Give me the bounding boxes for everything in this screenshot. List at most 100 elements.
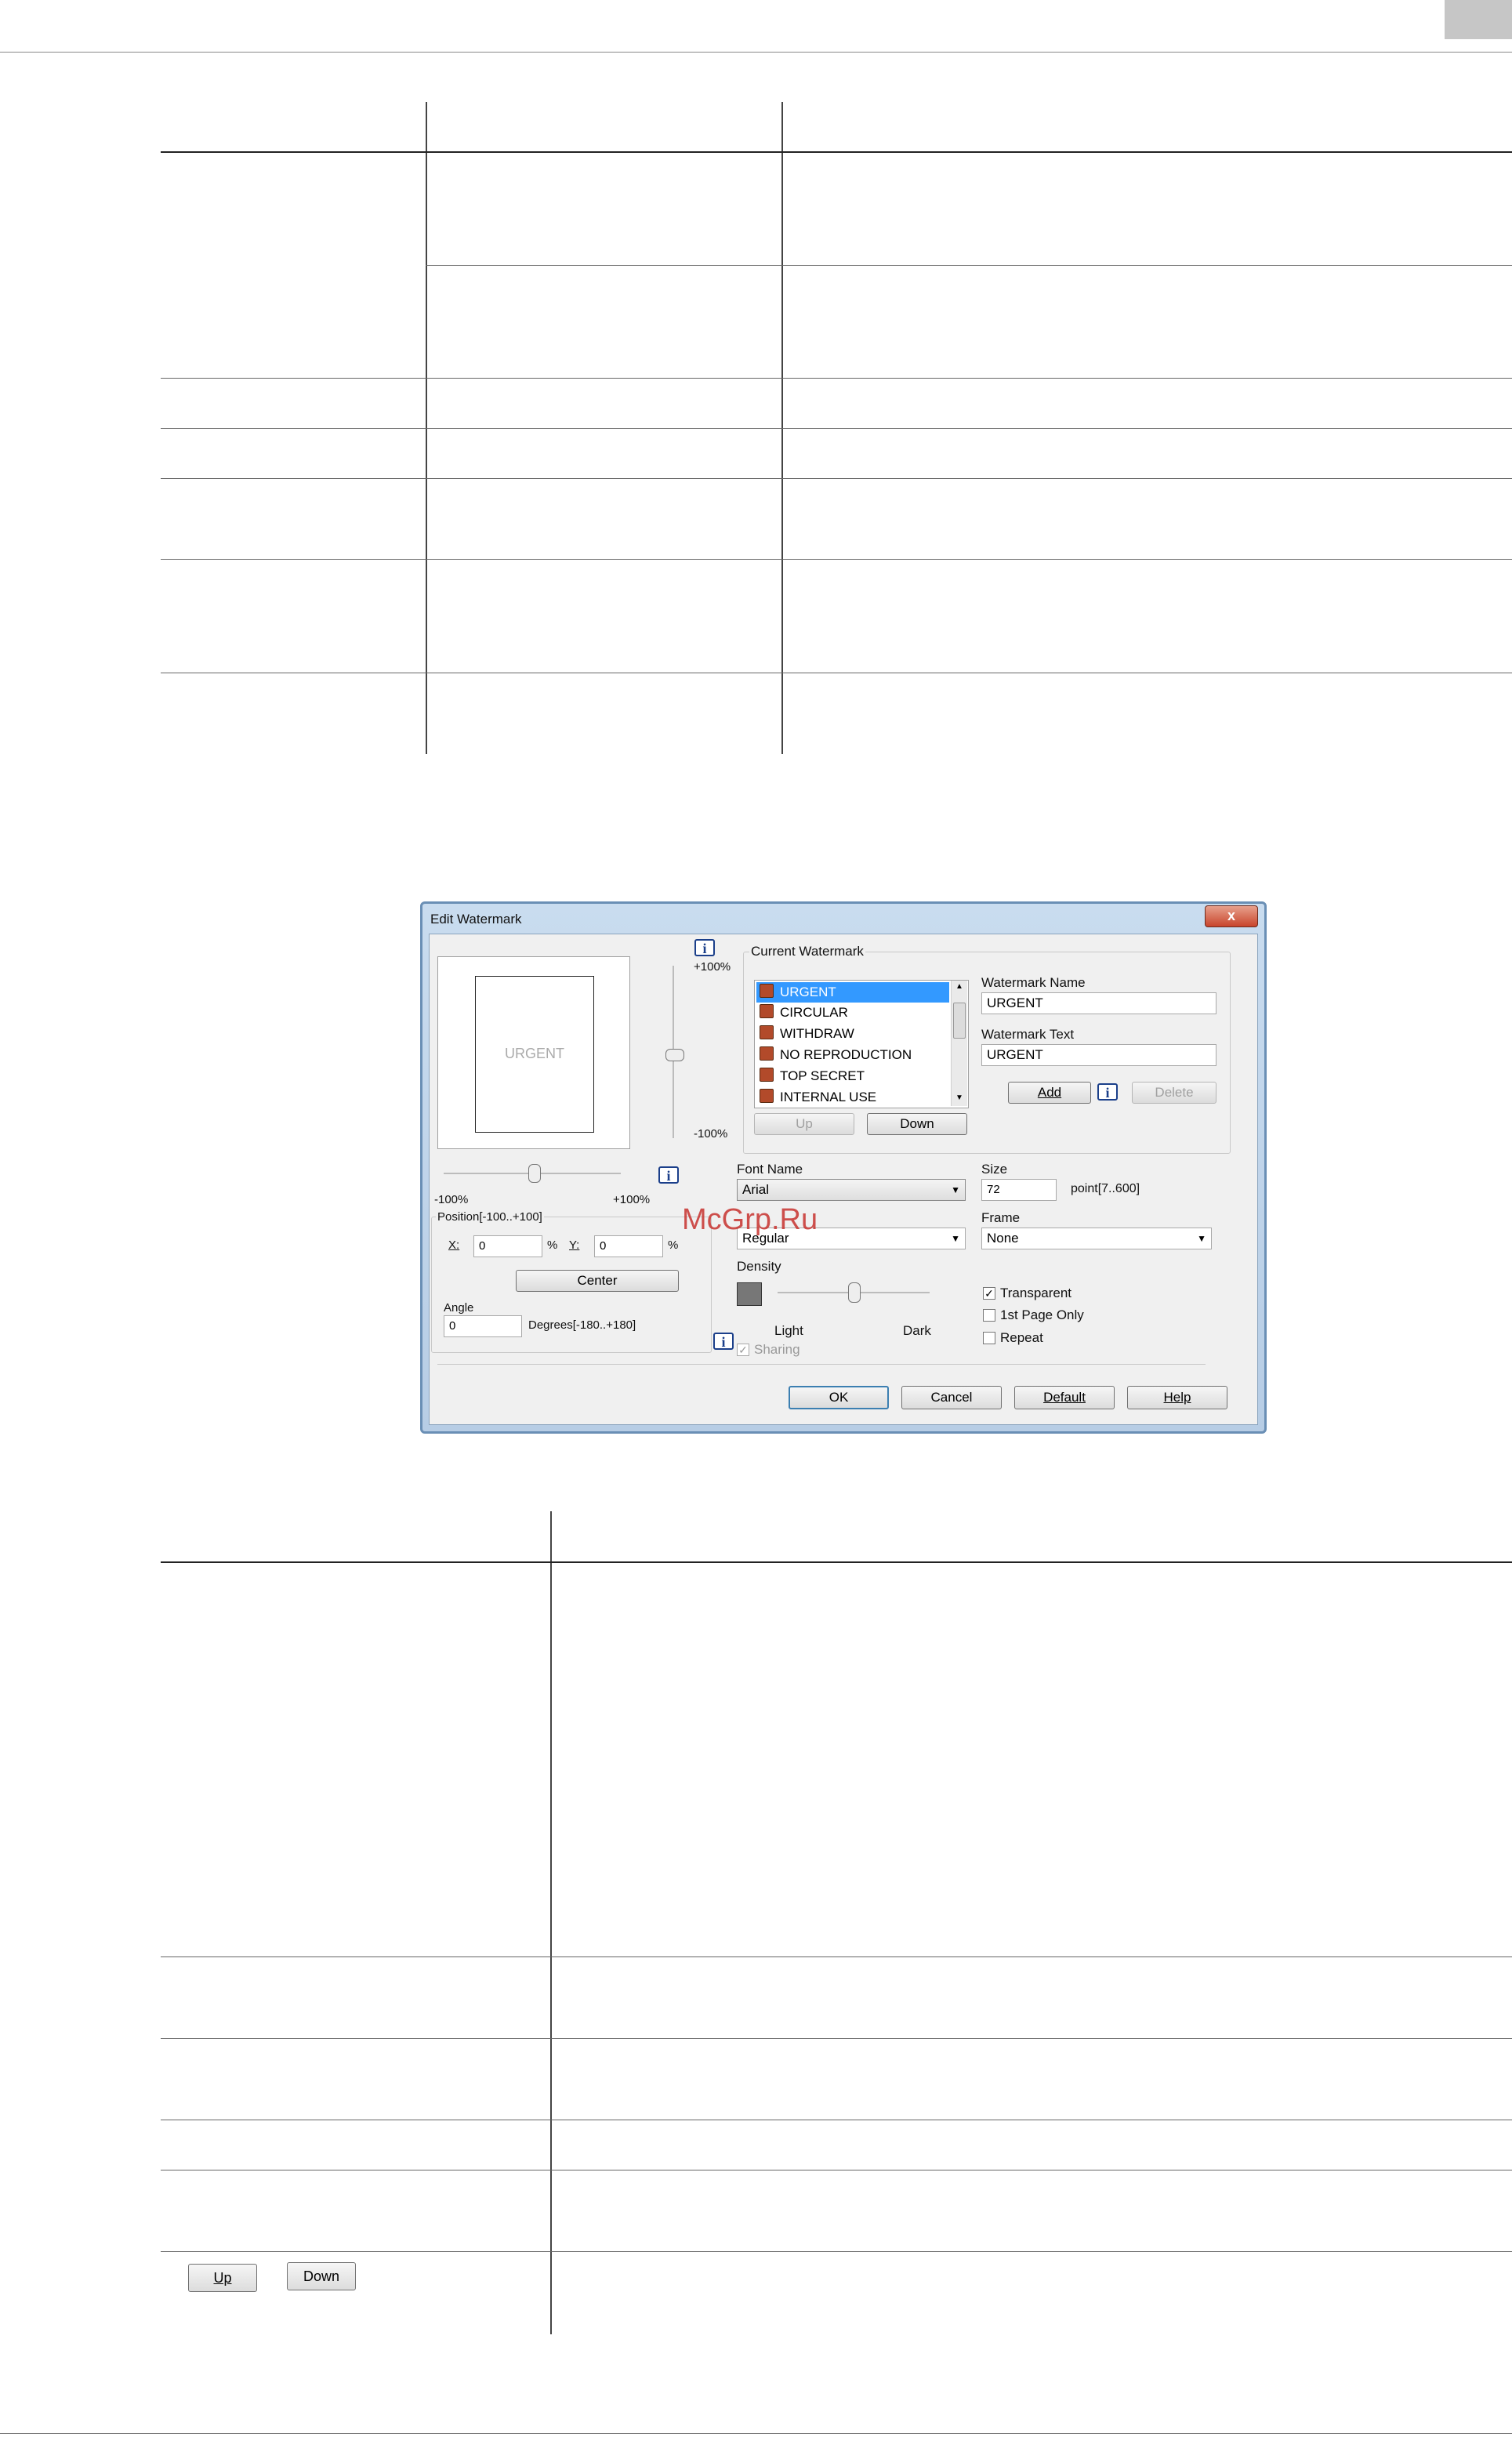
sharing-label: Sharing xyxy=(754,1342,800,1357)
chevron-down-icon: ▼ xyxy=(951,1233,960,1244)
list-scrollbar[interactable]: ▲ ▼ xyxy=(951,981,967,1106)
lower-table-header-rule xyxy=(161,1561,1512,1563)
chevron-down-icon: ▼ xyxy=(951,1184,960,1195)
scroll-down-icon[interactable]: ▼ xyxy=(955,1093,963,1102)
density-dark-label: Dark xyxy=(903,1323,931,1338)
dialog-title: Edit Watermark xyxy=(430,912,522,927)
list-item-label: NO REPRODUCTION xyxy=(780,1047,912,1062)
chevron-down-icon: ▼ xyxy=(1197,1233,1206,1244)
preview-panel: URGENT xyxy=(437,956,630,1149)
vertical-scale-bottom: -100% xyxy=(694,1127,728,1141)
first-page-only-label: 1st Page Only xyxy=(1000,1307,1084,1322)
upper-table-row-rule xyxy=(161,428,1512,429)
list-item[interactable]: INTERNAL USE xyxy=(760,1087,876,1108)
dialog-body: URGENT i +100% -100% i -100% +100% Posit… xyxy=(429,934,1258,1425)
horizontal-slider-thumb[interactable] xyxy=(528,1164,541,1183)
watermark-list[interactable]: URGENT CIRCULAR WITHDRAW NO REPRODUCTION… xyxy=(754,980,969,1108)
lower-table-col-divider xyxy=(550,1511,552,2334)
default-button[interactable]: Default xyxy=(1014,1386,1115,1409)
info-icon[interactable]: i xyxy=(658,1166,679,1184)
list-item-label: WITHDRAW xyxy=(780,1026,854,1041)
ok-button[interactable]: OK xyxy=(789,1386,889,1409)
watermark-text-input[interactable]: URGENT xyxy=(981,1044,1216,1066)
help-button[interactable]: Help xyxy=(1127,1386,1227,1409)
size-input[interactable]: 72 xyxy=(981,1179,1057,1201)
first-page-only-checkbox[interactable] xyxy=(983,1309,995,1322)
font-name-label: Font Name xyxy=(737,1162,803,1177)
page-bottom-rule xyxy=(0,2433,1512,2434)
transparent-checkbox[interactable]: ✓ xyxy=(983,1287,995,1300)
watermark-icon xyxy=(760,1068,774,1082)
watermark-icon xyxy=(760,1089,774,1103)
up-button[interactable]: Up xyxy=(754,1113,854,1135)
font-name-select[interactable]: Arial ▼ xyxy=(737,1179,966,1201)
frame-select[interactable]: None ▼ xyxy=(981,1228,1212,1249)
site-watermark: McGrp.Ru xyxy=(682,1203,818,1236)
vertical-scale-top: +100% xyxy=(694,960,731,974)
list-item[interactable]: CIRCULAR xyxy=(760,1003,848,1023)
down-button[interactable]: Down xyxy=(867,1113,967,1135)
angle-label: Angle xyxy=(444,1301,474,1315)
delete-button[interactable]: Delete xyxy=(1132,1082,1216,1104)
repeat-label: Repeat xyxy=(1000,1330,1043,1345)
list-item[interactable]: WITHDRAW xyxy=(760,1024,854,1044)
preview-page: URGENT xyxy=(475,976,594,1133)
upper-table-row-rule xyxy=(161,559,1512,560)
upper-table-row-rule xyxy=(426,265,1512,266)
horizontal-scale-right: +100% xyxy=(613,1193,651,1206)
sharing-checkbox[interactable]: ✓ xyxy=(737,1344,749,1356)
angle-input[interactable]: 0 xyxy=(444,1315,522,1337)
repeat-checkbox[interactable] xyxy=(983,1332,995,1344)
lower-table-row-rule xyxy=(161,2038,1512,2039)
y-label: Y: xyxy=(569,1238,580,1252)
y-input[interactable]: 0 xyxy=(594,1235,663,1257)
list-item-label: CIRCULAR xyxy=(780,1005,848,1020)
density-slider-thumb[interactable] xyxy=(848,1282,861,1303)
add-button[interactable]: Add xyxy=(1008,1082,1091,1104)
x-input[interactable]: 0 xyxy=(473,1235,542,1257)
edit-watermark-dialog: Edit Watermark x URGENT i +100% -100% i … xyxy=(420,901,1267,1434)
angle-range: Degrees[-180..+180] xyxy=(528,1318,636,1332)
watermark-icon xyxy=(760,1025,774,1039)
list-item-label: INTERNAL USE xyxy=(780,1090,877,1104)
list-item[interactable]: TOP SECRET xyxy=(760,1066,865,1086)
upper-table-header-rule xyxy=(161,151,1512,153)
list-item-label: TOP SECRET xyxy=(780,1068,865,1083)
x-label: X: xyxy=(448,1238,460,1252)
watermark-icon xyxy=(760,984,774,998)
horizontal-scale-left: -100% xyxy=(434,1193,469,1206)
current-watermark-label: Current Watermark xyxy=(749,944,865,959)
lower-table-row-rule xyxy=(161,2251,1512,2252)
page-top-rule xyxy=(0,52,1512,53)
info-icon[interactable]: i xyxy=(713,1333,734,1350)
scroll-up-icon[interactable]: ▲ xyxy=(955,982,963,991)
scroll-thumb[interactable] xyxy=(953,1003,966,1039)
size-label: Size xyxy=(981,1162,1008,1177)
frame-label: Frame xyxy=(981,1210,1021,1225)
vertical-slider-thumb[interactable] xyxy=(665,1049,684,1061)
list-item-label: URGENT xyxy=(780,985,836,999)
density-swatch xyxy=(737,1282,762,1306)
frame-value: None xyxy=(987,1231,1019,1246)
watermark-icon xyxy=(760,1004,774,1018)
y-unit: % xyxy=(668,1238,679,1252)
watermark-name-input[interactable]: URGENT xyxy=(981,992,1216,1014)
list-item[interactable]: URGENT xyxy=(760,982,836,1003)
dialog-separator xyxy=(437,1364,1206,1365)
close-button[interactable]: x xyxy=(1205,905,1258,927)
page-corner-tab xyxy=(1445,0,1512,39)
info-icon[interactable]: i xyxy=(1097,1083,1118,1101)
position-label: Position[-100..+100] xyxy=(436,1210,544,1224)
size-range: point[7..600] xyxy=(1071,1182,1140,1195)
info-icon[interactable]: i xyxy=(694,939,715,956)
cancel-button[interactable]: Cancel xyxy=(901,1386,1002,1409)
list-item[interactable]: NO REPRODUCTION xyxy=(760,1045,912,1065)
watermark-text-label: Watermark Text xyxy=(981,1027,1075,1042)
center-button[interactable]: Center xyxy=(516,1270,679,1292)
transparent-label: Transparent xyxy=(1000,1286,1072,1300)
down-button-sample: Down xyxy=(287,2262,356,2290)
preview-watermark-text: URGENT xyxy=(505,1046,564,1061)
up-button-sample: Up xyxy=(188,2264,257,2292)
font-name-value: Arial xyxy=(742,1182,770,1197)
upper-table-row-rule xyxy=(161,478,1512,479)
